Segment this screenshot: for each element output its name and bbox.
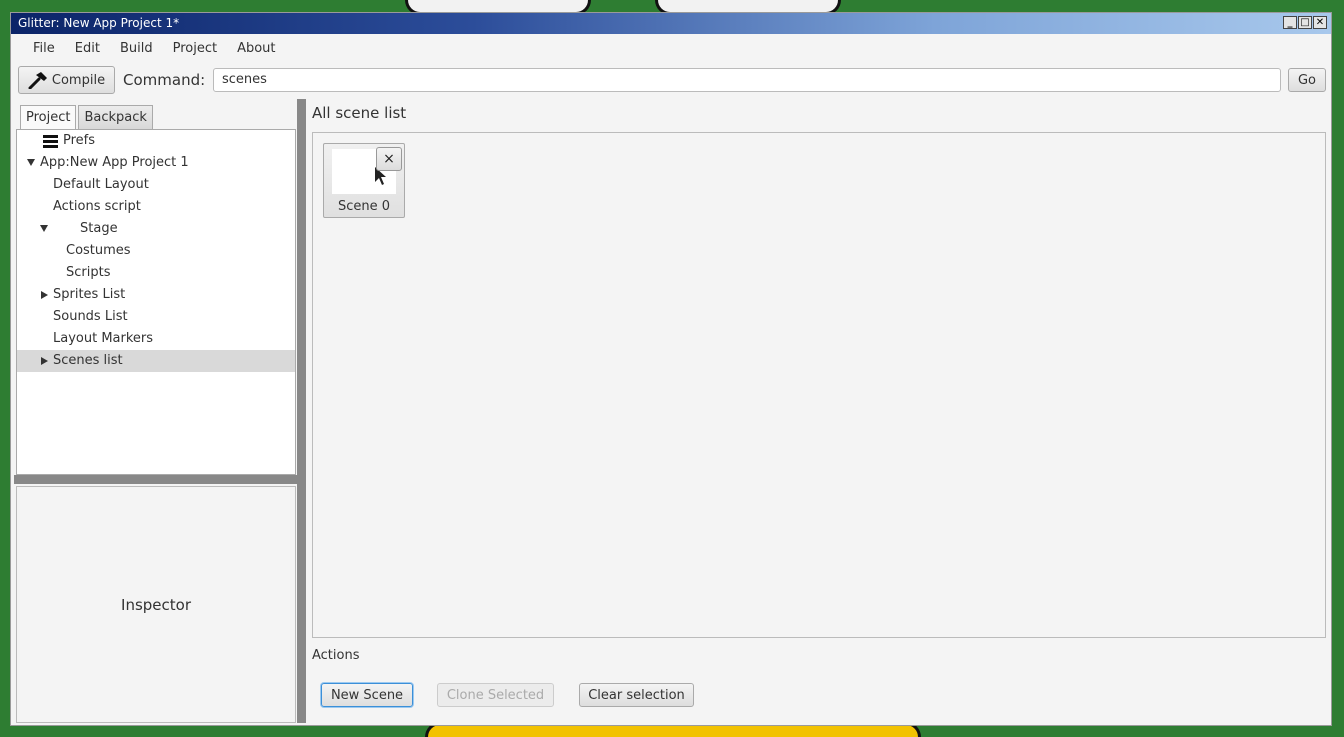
maximize-button[interactable]: □ [1298,16,1312,29]
scene-panel: All scene list × Scene 0 Actions New Sce… [306,99,1331,723]
tree-item-label: Layout Markers [53,331,154,346]
tree-item-label: Sprites List [53,287,126,302]
tree-item-scripts[interactable]: Scripts [17,262,295,284]
chevron-down-icon[interactable] [40,225,48,232]
inspector-label: Inspector [121,595,191,614]
tree-item-sprites-list[interactable]: Sprites List [17,284,295,306]
scene-list-area[interactable]: × Scene 0 [312,132,1326,638]
tree-item-actions-script[interactable]: Actions script [17,196,295,218]
tree-item-layout-markers[interactable]: Layout Markers [17,328,295,350]
new-scene-button[interactable]: New Scene [321,683,413,707]
actions-label: Actions [312,648,360,663]
close-icon[interactable]: × [376,147,402,171]
menu-icon [43,135,58,148]
window-controls: _ □ ✕ [1283,16,1327,29]
app-window: Glitter: New App Project 1* _ □ ✕ File E… [10,12,1332,726]
close-window-button[interactable]: ✕ [1313,16,1327,29]
chevron-right-icon[interactable] [41,291,48,299]
compile-button[interactable]: Compile [18,66,115,94]
menu-file[interactable]: File [23,41,65,56]
tree-item-label: Default Layout [53,177,149,192]
chevron-right-icon[interactable] [41,357,48,365]
command-label: Command: [123,71,206,89]
tree-item-sounds-list[interactable]: Sounds List [17,306,295,328]
horizontal-splitter[interactable] [14,475,297,484]
tree-item-costumes[interactable]: Costumes [17,240,295,262]
tree-item-label: Sounds List [53,309,128,324]
compile-label: Compile [51,72,106,88]
left-tabs: Project Backpack [20,105,153,129]
toolbar: Compile Command: scenes Go [11,64,1331,96]
tree-item-label: Scripts [66,265,111,280]
menu-about[interactable]: About [227,41,285,56]
tree-item-default-layout[interactable]: Default Layout [17,174,295,196]
scene-name: Scene 0 [337,199,391,214]
tab-project[interactable]: Project [20,105,77,129]
left-panel: Project Backpack Prefs App:New App Proje… [14,99,297,723]
scene-card[interactable]: × Scene 0 [323,143,405,218]
tree-item-stage[interactable]: Stage [17,218,295,240]
menu-project[interactable]: Project [163,41,227,56]
tree-item-label: Costumes [66,243,131,258]
menu-build[interactable]: Build [110,41,163,56]
tree-item-prefs[interactable]: Prefs [17,130,295,152]
hammer-icon [28,72,47,89]
tree-item-label: Actions script [53,199,141,214]
menu-bar: File Edit Build Project About [11,34,1331,63]
scene-list-title: All scene list [312,104,407,122]
go-button[interactable]: Go [1288,68,1326,92]
tree-item-label: App:New App Project 1 [40,155,189,170]
tab-backpack[interactable]: Backpack [78,105,153,129]
menu-edit[interactable]: Edit [65,41,110,56]
command-input[interactable]: scenes [213,68,1281,92]
clear-selection-button[interactable]: Clear selection [579,683,694,707]
minimize-button[interactable]: _ [1283,16,1297,29]
tree-item-scenes-list[interactable]: Scenes list [17,350,295,372]
chevron-down-icon[interactable] [27,159,35,166]
window-title: Glitter: New App Project 1* [18,16,180,30]
title-bar[interactable]: Glitter: New App Project 1* _ □ ✕ [11,13,1331,34]
tree-item-label: Scenes list [53,353,123,368]
tree-item-label: Stage [80,221,118,236]
inspector-panel: Inspector [16,486,296,723]
clone-selected-button[interactable]: Clone Selected [437,683,554,707]
vertical-splitter[interactable] [297,99,306,723]
project-tree: Prefs App:New App Project 1 Default Layo… [16,129,296,475]
tree-item-label: Prefs [63,133,96,148]
tree-item-app[interactable]: App:New App Project 1 [17,152,295,174]
